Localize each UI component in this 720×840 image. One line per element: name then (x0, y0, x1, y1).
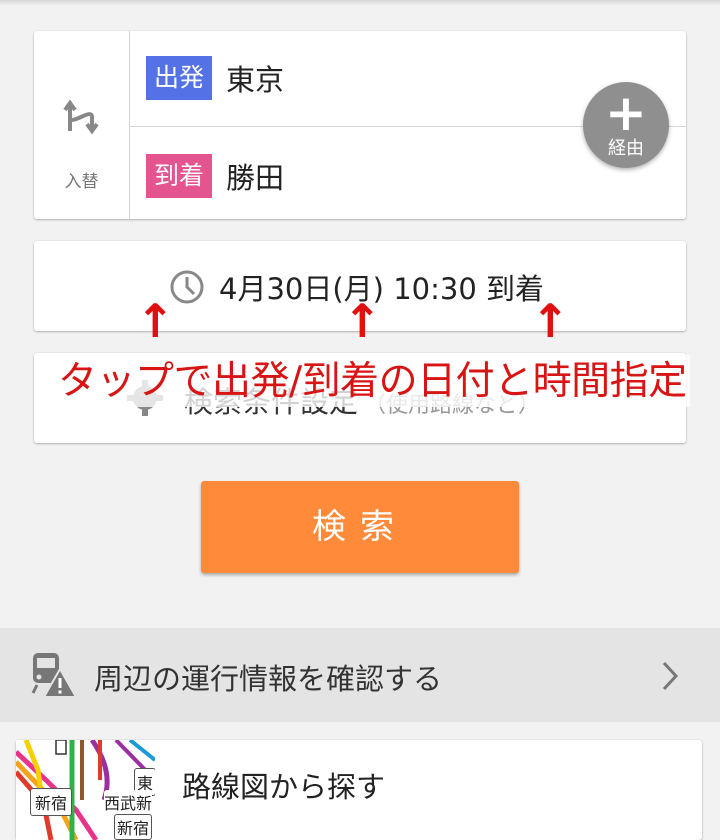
swap-label: 入替 (64, 172, 99, 192)
departure-badge: 出発 (146, 56, 213, 100)
train-warning-icon (31, 653, 77, 698)
service-info-label: 周辺の運行情報を確認する (94, 662, 443, 696)
annotation-arrow-mode: ↑ (531, 294, 570, 348)
top-shadow (0, 0, 720, 6)
arrival-row[interactable]: 到着 勝田 (146, 154, 284, 198)
chevron-right-icon (662, 661, 679, 691)
via-label: 経由 (608, 138, 644, 159)
map-label-shinjuku: 新宿 (30, 788, 73, 816)
service-info-row[interactable]: 周辺の運行情報を確認する (0, 628, 720, 722)
arrival-station[interactable]: 勝田 (226, 155, 284, 197)
arrival-badge: 到着 (146, 154, 213, 198)
annotation-arrow-time: ↑ (343, 294, 382, 348)
map-label-seibu: 西武新 (104, 790, 153, 814)
search-button[interactable]: 検索 (201, 481, 519, 573)
map-label-shinjuku-2: 新宿 (114, 814, 153, 840)
annotation-arrow-date: ↑ (136, 294, 175, 348)
annotation-text: タップで出発/到着の日付と時間指定 (58, 359, 687, 404)
departure-row[interactable]: 出発 東京 (146, 56, 284, 100)
route-map-card[interactable]: 新宿 東 西武新 新宿 路線図から探す (16, 740, 702, 840)
swap-button[interactable]: 入替 (34, 31, 130, 219)
route-card: 入替 出発 東京 到着 勝田 + 経由 (34, 31, 686, 219)
swap-arrows-icon (63, 99, 99, 135)
route-map-thumbnail: 新宿 東 西武新 新宿 (16, 740, 155, 840)
plus-icon: + (605, 84, 647, 142)
via-button[interactable]: + 経由 (583, 82, 669, 168)
departure-station[interactable]: 東京 (226, 57, 284, 99)
route-map-label: 路線図から探す (182, 770, 386, 804)
